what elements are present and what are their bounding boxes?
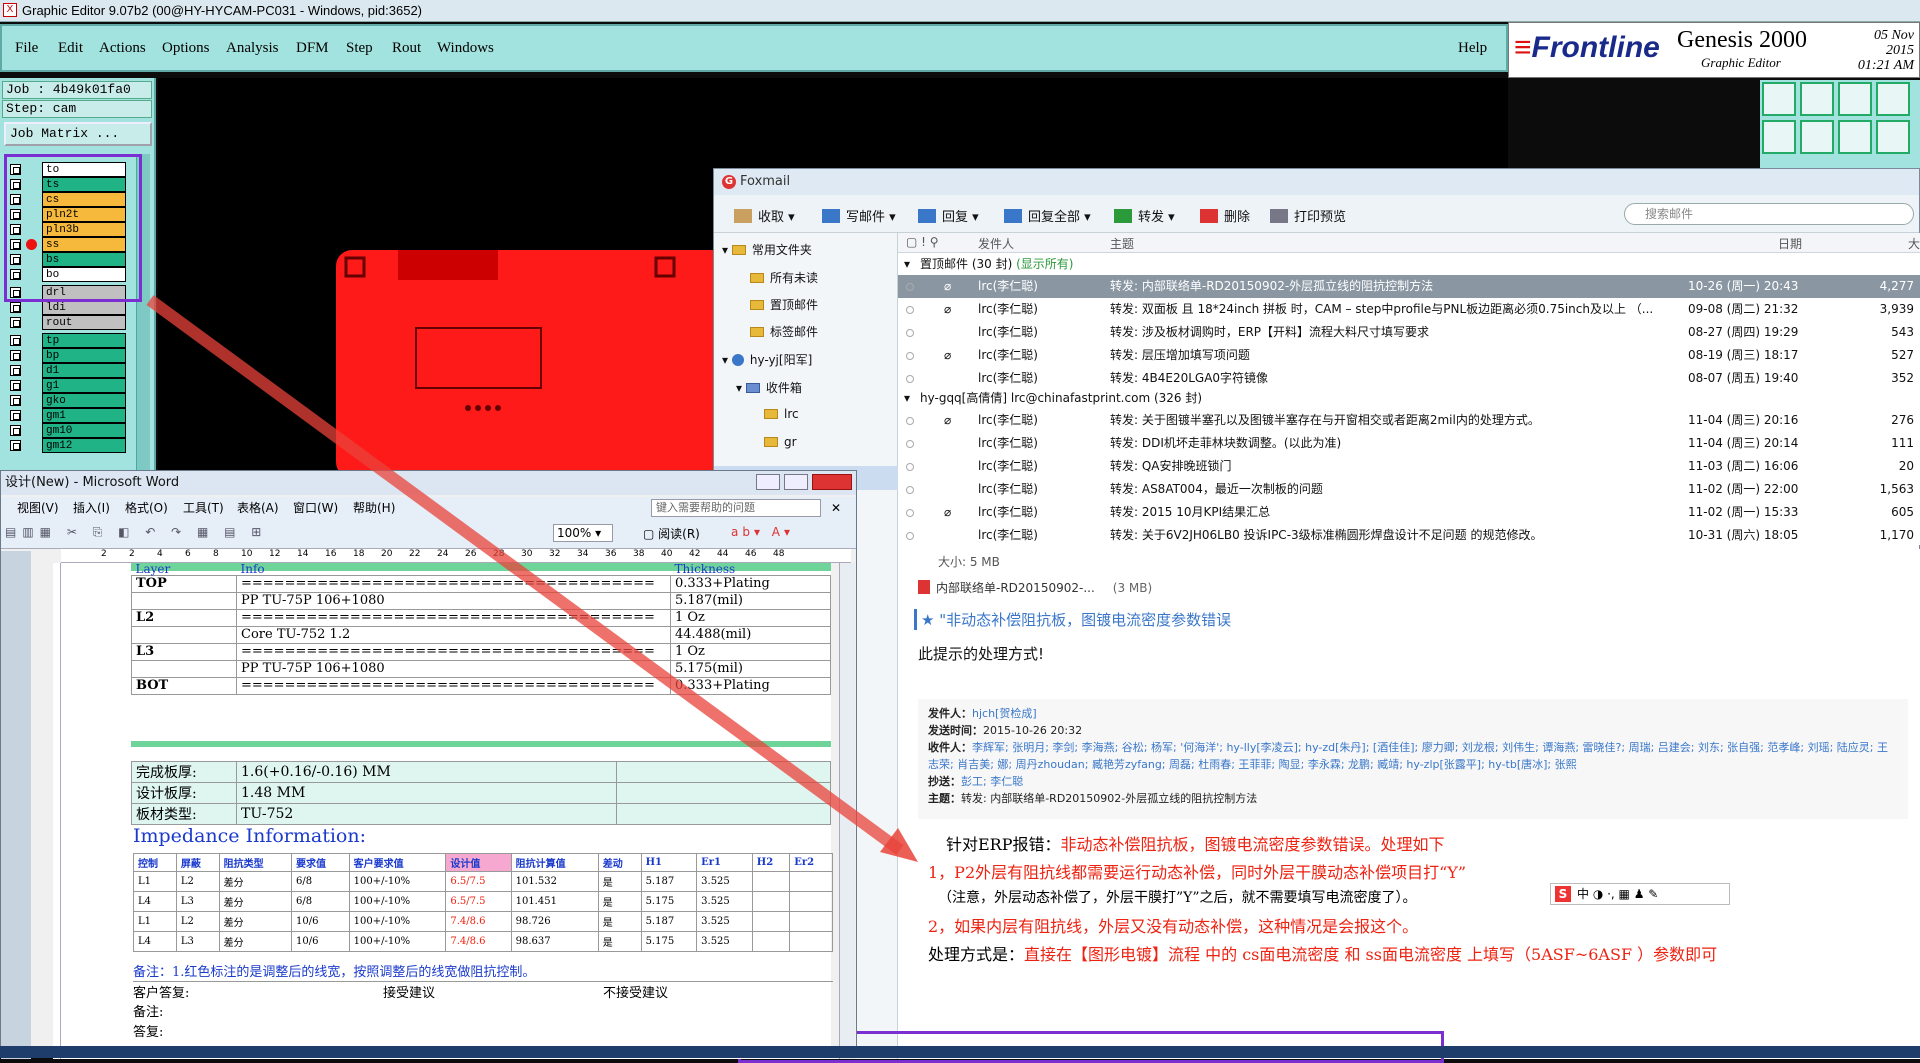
annotation-overlay [146, 295, 918, 862]
annotation-arrow-line [146, 295, 904, 855]
windows-taskbar [0, 1046, 1920, 1058]
